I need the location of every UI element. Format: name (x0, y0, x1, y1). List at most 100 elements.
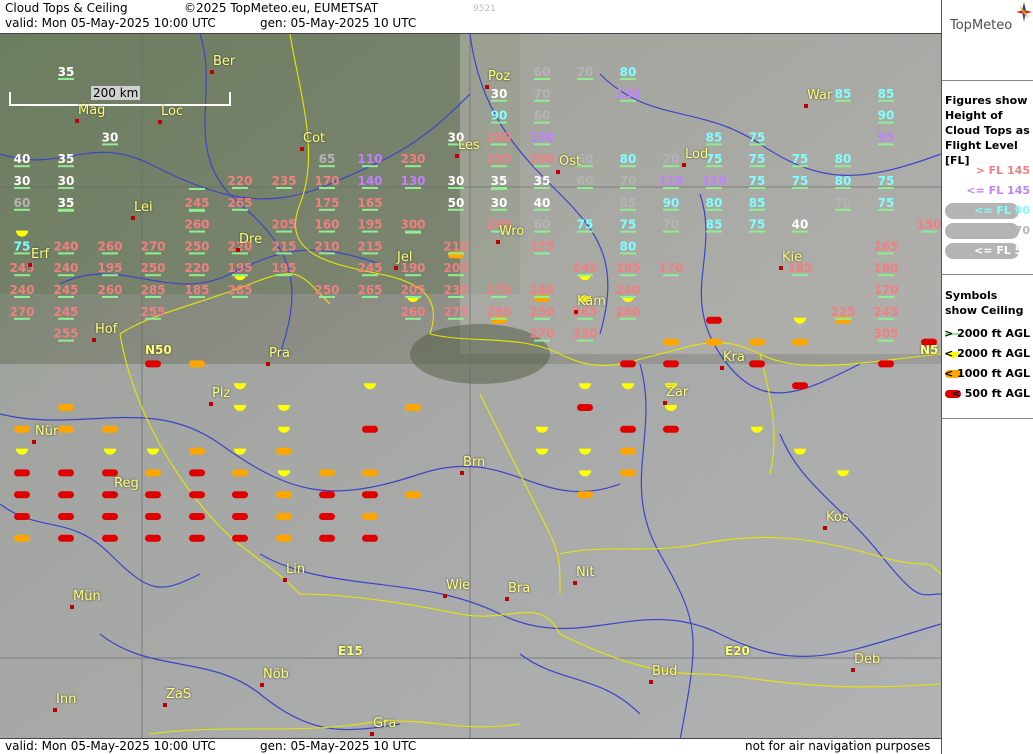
cloud-top-value: 285 (227, 283, 252, 297)
city-label: Hof (95, 322, 118, 337)
city-marker (682, 163, 686, 167)
fl-legend-row: <= FL 90 (942, 202, 1033, 220)
cloud-top-value: 130 (400, 174, 425, 188)
ceiling-mark-1000 (319, 469, 335, 477)
cloud-top-value: 70 (663, 218, 680, 232)
cloud-top-value: 230 (572, 327, 597, 341)
divider (942, 80, 1033, 81)
cloud-top-value: 250 (529, 305, 554, 319)
cloud-top-value: 260 (97, 239, 122, 253)
cloud-top-value: 285 (486, 305, 511, 319)
fl-legend-row: <= FL 145 (942, 182, 1033, 200)
footer: valid: Mon 05-May-2025 10:00 UTC gen: 05… (0, 739, 941, 754)
header: Cloud Tops & Ceiling ©2025 TopMeteo.eu, … (0, 0, 941, 33)
city-marker (394, 266, 398, 270)
ceiling-mark-1000 (276, 447, 292, 455)
divider (942, 274, 1033, 275)
cloud-top-value: 305 (873, 327, 898, 341)
cloud-top-value: 250 (140, 261, 165, 275)
cloud-top-value: 75 (878, 174, 895, 188)
cloud-top-value: 70 (577, 65, 594, 79)
ceiling-legend-label: < 500 ft AGL (951, 387, 1030, 400)
cloud-top-value: 175 (529, 239, 554, 253)
cloud-top-value: 130 (529, 130, 554, 144)
ceiling-mark-1000 (102, 425, 118, 433)
cloud-top-value: 240 (615, 283, 640, 297)
cloud-top-value: 75 (577, 218, 594, 232)
ceiling-mark-500 (620, 425, 636, 433)
figures-legend-title: Figures show Height of Cloud Tops as Fli… (945, 94, 1030, 167)
city-label: Kie (782, 250, 803, 265)
ceiling-mark-500 (232, 513, 248, 520)
city-marker (300, 147, 304, 151)
cloud-top-value: 90 (878, 109, 895, 123)
satellite-map[interactable]: 35 60 70 80 30 70 130 85 85 90 60 90 30 30 240 130 85 75 9… (0, 33, 941, 739)
cloud-top-value: 195 (615, 261, 640, 275)
symbols-legend-title: Symbols show Ceiling (945, 289, 1024, 317)
coord-label: E20 (725, 644, 750, 658)
ceiling-mark-1000 (663, 338, 679, 346)
cloud-top-value: 75 (749, 218, 766, 232)
coord-label: E15 (338, 644, 363, 658)
ceiling-mark-500 (189, 534, 205, 542)
ceiling-mark-1000 (189, 447, 205, 455)
city-label: Erf (31, 247, 50, 262)
cloud-top-value: 215 (271, 239, 296, 253)
city-marker (779, 266, 783, 270)
city-label: Kra (723, 350, 745, 365)
city-label: Ber (213, 54, 236, 69)
city-label: Inn (56, 692, 77, 707)
cloud-top-value: 215 (357, 239, 382, 253)
city-label: Gra (373, 716, 397, 731)
cloud-top-value: 70 (534, 87, 551, 101)
city-label: Plz (212, 386, 231, 401)
city-marker (443, 594, 447, 598)
city-label: Kam (577, 294, 606, 309)
ceiling-mark-500 (14, 513, 30, 520)
cloud-top-value: 115 (658, 174, 683, 188)
ceiling-mark-1000 (620, 447, 636, 455)
city-marker (851, 668, 855, 672)
disclaimer: not for air navigation purposes (745, 739, 931, 753)
city-label: Ost (559, 154, 582, 169)
cloud-top-value: 255 (140, 305, 165, 319)
city-label: Bra (508, 581, 531, 596)
city-marker (92, 338, 96, 342)
cloud-top-value: 265 (357, 283, 382, 297)
ceiling-mark-500 (58, 491, 74, 499)
city-label: Brn (463, 455, 486, 470)
cloud-top-value: 90 (491, 109, 508, 123)
cloud-top-value: 110 (357, 152, 382, 166)
cloud-top-value: 85 (706, 130, 723, 144)
cloud-top-value: 175 (314, 196, 339, 210)
ceiling-mark-1000 (792, 338, 808, 346)
cloud-top-value: 40 (534, 196, 551, 210)
city-label: Dre (239, 232, 263, 247)
cloud-top-value: 235 (271, 174, 296, 188)
cloud-top-value: 85 (706, 218, 723, 232)
city-marker (236, 248, 240, 252)
city-label: Poz (488, 69, 511, 84)
footer-valid-time: valid: Mon 05-May-2025 10:00 UTC (5, 739, 216, 753)
city-marker (210, 70, 214, 74)
ceiling-mark-1000 (232, 469, 248, 477)
fl-legend-label: > FL 145 (975, 164, 1030, 177)
cloud-top-value: 210 (443, 239, 468, 253)
cloud-top-value: 65 (319, 152, 336, 166)
ceiling-mark-500 (232, 534, 248, 542)
cloud-top-value: 260 (184, 218, 209, 232)
cloud-top-value: 260 (400, 305, 425, 319)
city-marker (496, 240, 500, 244)
ceiling-mark-500 (189, 491, 205, 499)
cloud-top-value: 205 (271, 218, 296, 232)
ceiling-mark-500 (706, 316, 722, 324)
cloud-top-value: 225 (830, 305, 855, 319)
cloud-top-value: 35 (534, 174, 551, 188)
city-marker (32, 440, 36, 444)
cloud-top-value: 245 (357, 261, 382, 275)
cloud-top-value: 35 (58, 65, 75, 79)
city-label: Les (458, 138, 480, 153)
cloud-top-value: 245 (572, 261, 597, 275)
cloud-top-value: 70 (663, 152, 680, 166)
cloud-top-value: 180 (873, 261, 898, 275)
